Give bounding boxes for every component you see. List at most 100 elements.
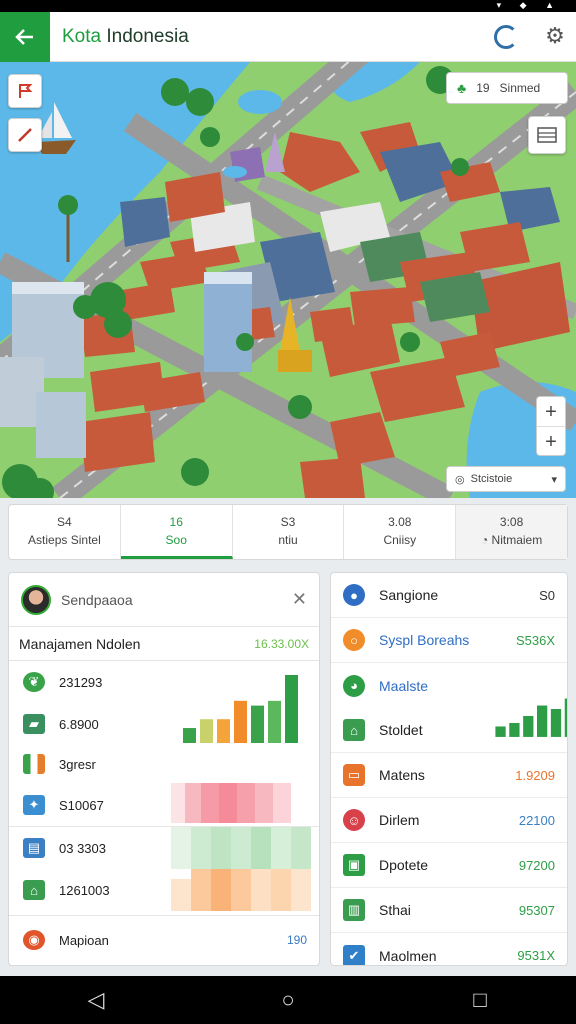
orange-heat-strip [171,869,311,911]
bar-chart [183,675,298,743]
tab-label: ntiu [278,533,298,547]
tab-value: 16 [169,515,183,529]
bar [495,726,506,737]
bar [509,722,520,737]
map-legend-chip[interactable]: ♣ 19 Sinmed [446,72,568,104]
divider [9,915,319,916]
left-panel-subheader: Manajamen Ndolen 16.33.00X [9,627,319,661]
chevron-down-icon: ▾ [551,473,557,486]
page-title: Kota Indonesia [62,26,189,48]
flag-icon [23,754,45,774]
list-item-label: 03 3303 [59,840,106,856]
map-layers-button[interactable] [528,116,566,154]
bar-chart [495,698,567,737]
pink-heat-strip [171,783,291,823]
tab-3[interactable]: S3 ntiu [233,505,345,559]
globe-icon: ◎ [455,473,465,486]
chat-icon: ◕ [343,674,365,697]
avatar[interactable] [21,584,51,615]
leaf-icon: ❦ [23,672,45,692]
pencil-icon [18,128,32,142]
list-item[interactable]: 3gresr [9,743,319,785]
tab-1[interactable]: S4 Astieps Sintel [9,505,121,559]
bar [217,719,230,743]
leaf-icon: ♣ [457,80,467,96]
person-icon: ☺ [343,809,365,831]
back-arrow-button[interactable] [0,12,50,62]
list-item-value: 190 [286,933,307,947]
refresh-icon[interactable] [494,25,518,49]
close-icon[interactable]: ✕ [292,589,307,610]
bar [285,675,298,743]
city-map[interactable]: ♣ 19 Sinmed + + ◎ Stcistoie ▾ [0,62,576,498]
tab-4[interactable]: 3.08 Cniisy [344,505,457,559]
nav-home-button[interactable]: ○ [258,987,318,1013]
list-item-value: 97200 [518,857,555,873]
circle-icon: ● [343,584,365,606]
gear-icon[interactable]: ⚙ [542,23,568,49]
zoom-controls: + + [536,396,566,456]
map-pin-button[interactable] [8,74,42,108]
subheader-value: 16.33.00X [254,636,309,651]
list-item[interactable]: ▥ Sthai 95307 [331,888,567,933]
list-item-value: 1.9209 [515,767,555,783]
list-item-label: Mapioan [59,932,109,948]
checkbox-icon: ✔ [343,944,365,965]
tab-value: S3 [280,515,296,529]
chart-icon: ▥ [343,899,365,921]
list-item-value: S536X [515,632,555,648]
tab-value: S4 [57,515,72,529]
bar [523,715,534,737]
green-heat-strip [171,827,311,869]
list-item-label: 3gresr [59,756,96,772]
list-item-label: Sangione [379,587,439,603]
tab-value: 3.08 [388,515,412,529]
list-item[interactable]: ▣ Dpotete 97200 [331,843,567,888]
list-item[interactable]: ✔ Maolmen 9531X [331,933,567,965]
nav-back-button[interactable]: ◁ [66,987,126,1013]
list-item[interactable]: ● Sangione S0 [331,573,567,618]
layer-select[interactable]: ◎ Stcistoie ▾ [446,466,566,492]
map-icon: ◉ [23,930,45,950]
bar [183,728,196,743]
list-item-label: 6.8900 [59,716,99,732]
list-item-label: Maalste [379,677,429,694]
list-item-value: S0 [539,587,555,603]
subheader-label: Manajamen Ndolen [19,635,141,652]
bar [550,709,562,737]
list-item-label: Maolmen [379,947,437,964]
nav-recent-button[interactable]: □ [450,987,510,1013]
card-icon: ▤ [23,838,45,858]
list-item[interactable]: ○ Syspl Boreahs S536X [331,618,567,663]
tab-2[interactable]: 16 Soo [120,505,233,559]
flag-icon [19,84,33,98]
tab-label: Cniisy [383,533,417,547]
bar [268,700,281,743]
title-highlight: Kota [62,26,102,47]
tab-5[interactable]: 3:08 Nitmaiem [456,505,567,559]
status-icons: ▾ ◆ ▲ [496,0,562,10]
tab-label: Astieps Sintel [28,533,101,547]
list-item[interactable]: ◉ Mapioan 190 [9,919,319,961]
list-item-label: S10067 [59,797,104,813]
left-panel: Sendpaaoa ✕ Manajamen Ndolen 16.33.00X ❦… [8,572,320,966]
stats-tabs: S4 Astieps Sintel 16 Soo S3 ntiu 3.08 Cn… [8,504,568,560]
legend-label: Sinmed [499,81,541,95]
building-icon: ⌂ [343,719,365,741]
grid-icon [537,127,557,143]
list-item-label: Syspl Boreahs [379,632,470,648]
list-item[interactable]: ☺ Dirlem 22100 [331,798,567,843]
zoom-in-button[interactable]: + [537,397,565,427]
people-icon: ✦ [23,795,45,815]
bar [564,698,567,737]
message-icon: ▭ [343,764,365,786]
bar [234,700,247,743]
zoom-out-button[interactable]: + [537,427,565,457]
map-draw-button[interactable] [8,118,42,152]
list-item[interactable]: ▭ Matens 1.9209 [331,753,567,798]
list-item-label: Dirlem [379,812,420,828]
tab-label: Nitmaiem [481,533,542,547]
bar [537,705,548,737]
legend-value: 19 [476,81,490,95]
bar [200,719,213,743]
